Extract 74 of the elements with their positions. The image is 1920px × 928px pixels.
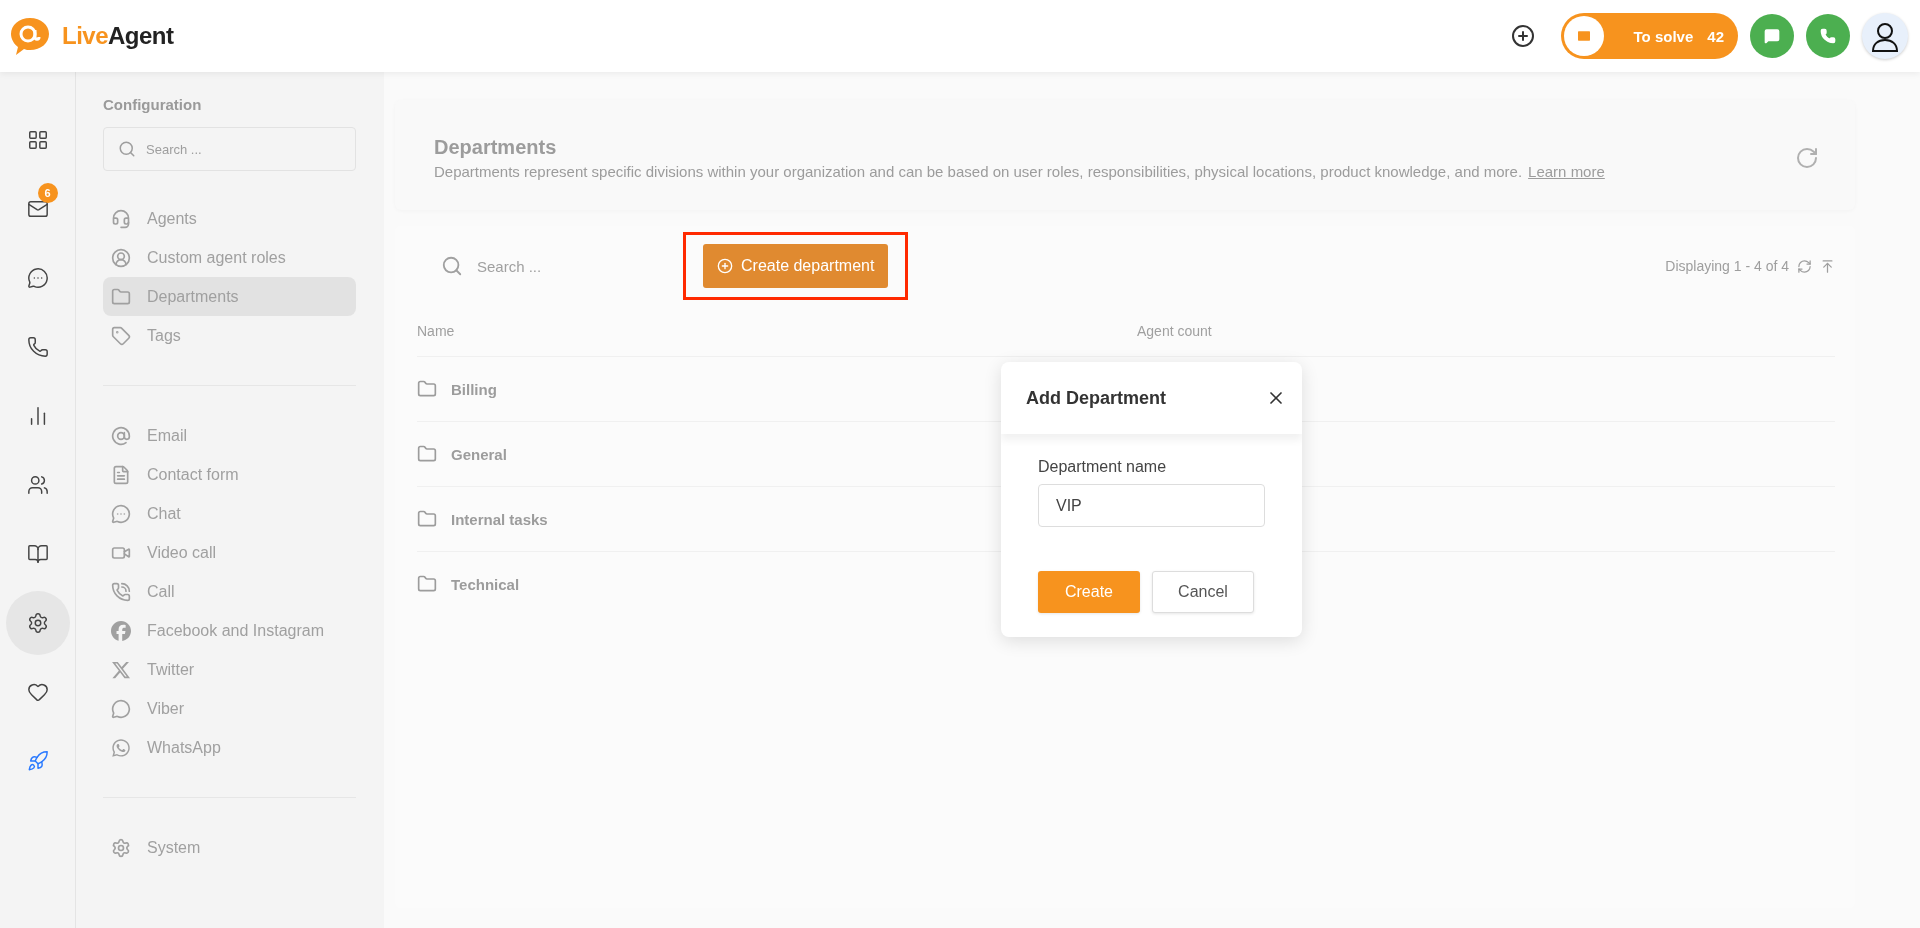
refresh-icon[interactable]	[1797, 258, 1812, 274]
settings-icon	[26, 612, 49, 634]
logo-text: LiveAgent	[62, 22, 174, 50]
field-label: Department name	[1038, 458, 1168, 476]
table-cell: Internal tasks	[451, 510, 548, 528]
refresh-icon[interactable]	[1795, 146, 1819, 170]
menu-item[interactable]: Twitter	[103, 650, 356, 689]
folder-icon	[417, 574, 437, 594]
menu-item[interactable]: System	[103, 828, 356, 867]
search-icon	[118, 140, 136, 158]
table-cell: General	[451, 445, 507, 463]
folder-icon	[417, 444, 437, 464]
chat-button[interactable]	[1750, 14, 1794, 58]
menu-item[interactable]: Email	[103, 416, 356, 455]
department-name-field[interactable]: VIP	[1038, 484, 1265, 527]
count-badge: 6	[37, 183, 58, 203]
search-field[interactable]: Search ...	[417, 245, 687, 287]
x-icon	[111, 659, 131, 680]
document-icon	[111, 464, 131, 485]
cancel-button[interactable]: Cancel	[1152, 571, 1254, 613]
chat-icon	[1764, 28, 1780, 44]
mail-nav-button[interactable]: 6	[5, 177, 70, 241]
at-sign-icon	[111, 425, 131, 446]
column-header[interactable]: Name	[417, 323, 1137, 339]
menu-item[interactable]: Departments	[103, 277, 356, 316]
section-title: Configuration	[103, 96, 203, 113]
book-icon	[26, 543, 49, 565]
paging-text: Displaying 1 - 4 of 4	[1665, 258, 1789, 274]
menu-item[interactable]: Call	[103, 572, 356, 611]
search-field[interactable]: Search ...	[103, 127, 356, 171]
learn-more-link[interactable]: Learn more	[1528, 163, 1605, 180]
settings-icon	[111, 837, 131, 858]
column-header[interactable]: Agent count	[1137, 323, 1337, 339]
whatsapp-icon	[111, 737, 131, 758]
headset-icon	[111, 208, 131, 229]
create-button[interactable]: Create	[1038, 571, 1140, 613]
menu-item[interactable]: Agents	[103, 199, 356, 238]
avatar[interactable]	[1862, 13, 1908, 59]
menu-item[interactable]: Tags	[103, 316, 356, 355]
page-title: Departments	[434, 136, 558, 159]
menu-item[interactable]: Facebook and Instagram	[103, 611, 356, 650]
scroll-top-icon[interactable]	[1820, 258, 1835, 274]
menu-item[interactable]: Custom agent roles	[103, 238, 356, 277]
call-button[interactable]	[1806, 14, 1850, 58]
chat-icon	[26, 267, 49, 289]
menu-item[interactable]: Chat	[103, 494, 356, 533]
dialog-title: Add Department	[1026, 387, 1166, 409]
phone-icon	[111, 581, 131, 602]
menu-item[interactable]: WhatsApp	[103, 728, 356, 767]
table-cell: Technical	[451, 575, 520, 593]
rocket-icon	[26, 750, 49, 772]
folder-icon	[111, 286, 131, 307]
plus-icon	[717, 258, 733, 274]
table-cell: Billing	[451, 380, 497, 398]
to-solve-button[interactable]: To solve 42	[1560, 13, 1738, 59]
folder-icon	[417, 379, 437, 399]
menu-item[interactable]: Contact form	[103, 455, 356, 494]
create-department-button[interactable]: Create department	[703, 244, 889, 288]
heart-icon	[26, 681, 49, 703]
folder-icon	[417, 509, 437, 529]
phone-icon	[26, 336, 49, 358]
menu-item[interactable]: Viber	[103, 689, 356, 728]
page-description: Departments represent specific divisions within your organization and can be based on user roles, responsibilities, physical locations, product knowledge, and more. Learn more	[434, 163, 1606, 180]
user-circle-icon	[111, 247, 131, 268]
search-icon	[441, 255, 463, 277]
phone-icon	[1820, 28, 1836, 44]
menu-item[interactable]: Video call	[103, 533, 356, 572]
dashboard-icon	[26, 129, 49, 151]
users-icon	[26, 474, 49, 496]
chat-icon	[111, 503, 131, 524]
tag-icon	[111, 325, 131, 346]
add-icon[interactable]	[1510, 24, 1535, 48]
facebook-icon	[111, 620, 131, 641]
person-icon	[1870, 20, 1900, 52]
